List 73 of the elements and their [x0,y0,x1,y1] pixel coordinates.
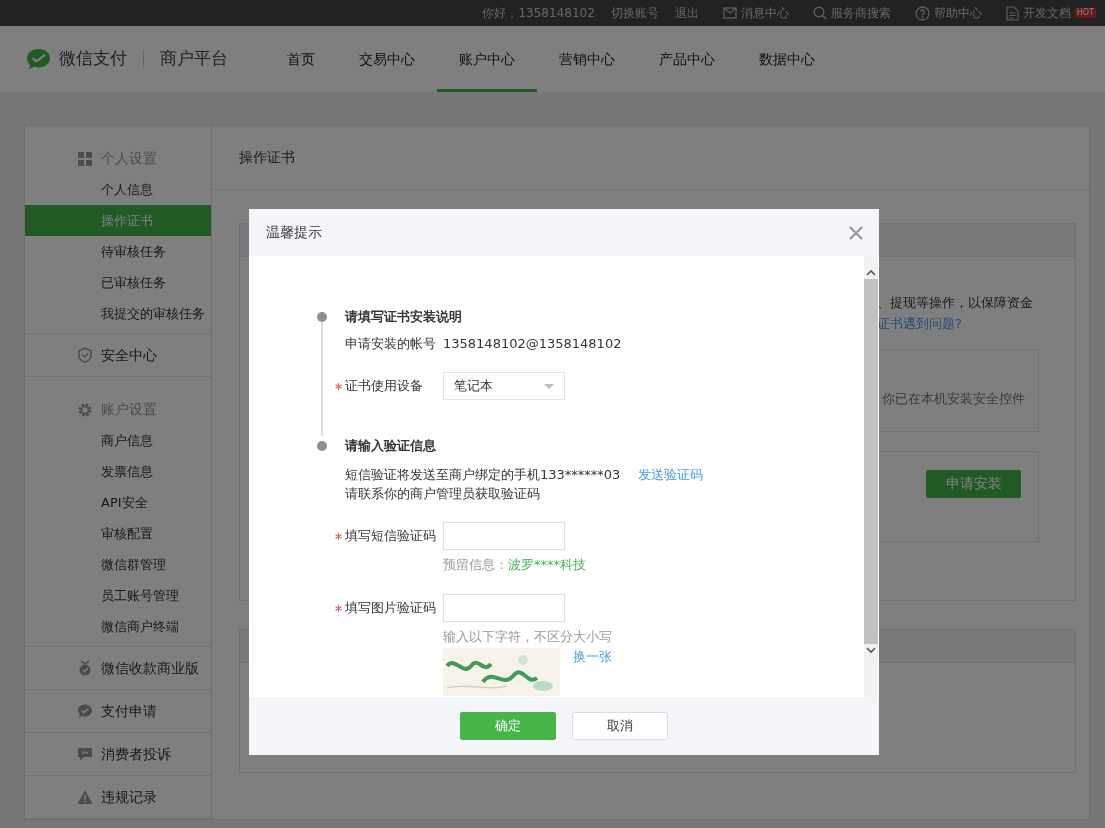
page-title: 操作证书 [239,148,295,167]
note-text: 短信验证将发送至商户绑定的手机133******03 [345,466,621,484]
sidebar-link[interactable]: 支付申请 [25,690,211,732]
confirm-button[interactable]: 确定 [460,712,556,740]
sidebar-link[interactable]: 违规记录 [25,776,211,818]
shield-check-icon [77,347,93,363]
nav-tab[interactable]: 账户中心 [437,26,537,92]
step-title: 请填写证书安装说明 [345,308,463,326]
mail-icon [722,7,737,19]
sidebar-item[interactable]: 员工账号管理 [25,580,211,611]
nav-tab[interactable]: 产品中心 [637,26,737,92]
chat-check-icon [77,703,93,719]
select-field[interactable]: 笔记本 [443,372,565,400]
top-link[interactable]: 切换账号 [610,4,659,22]
hint-text: 输入以下字符，不区分大小写 [443,629,612,644]
help-icon [914,5,930,21]
step-title: 请输入验证信息 [345,437,437,455]
warning-icon [77,789,93,805]
field-label: 填写图片验证码 [345,599,437,618]
close-icon[interactable] [849,225,863,240]
stopwatch-icon [77,660,93,676]
sidebar-item[interactable]: API安全 [25,487,211,518]
top-tool-link[interactable]: 帮助中心 [914,4,982,22]
status-text: 你已在本机安装安全控件 [882,390,1025,409]
logo-icon [26,48,51,70]
brand-name: 微信支付 [59,47,127,71]
nav-tab[interactable]: 数据中心 [737,26,837,92]
text-input[interactable] [443,594,565,622]
speech-bubble-icon [77,746,93,762]
sidebar-item[interactable]: 微信群管理 [25,549,211,580]
refresh-captcha-link[interactable]: 换一张 [573,648,612,666]
cancel-button[interactable]: 取消 [572,712,668,740]
greeting-text: 你好，1358148102 [482,5,595,22]
sidebar-item[interactable]: 微信商户终端 [25,611,211,642]
scroll-down-icon [866,647,876,654]
field-label: 申请安装的帐号 [345,335,437,353]
sidebar-item[interactable]: 审核配置 [25,518,211,549]
sidebar-item[interactable]: 我提交的审核任务 [25,298,211,329]
field-label: 证书使用设备 [345,377,424,396]
sidebar-item[interactable]: 个人信息 [25,174,211,205]
step-dot [317,441,327,451]
dialog-title: 温馨提示 [266,223,322,242]
send-code-link[interactable]: 发送验证码 [638,465,704,484]
sidebar-link[interactable]: 微信收款商业版 [25,647,211,689]
top-tool-link[interactable]: 服务商搜索 [812,4,891,22]
sidebar-link[interactable]: 安全中心 [25,334,211,376]
search-icon [812,6,827,20]
grid-icon [77,150,93,167]
nav-tab[interactable]: 交易中心 [337,26,437,92]
sidebar-item[interactable]: 商户信息 [25,425,211,456]
field-label: 填写短信验证码 [345,527,437,546]
product-name: 商户平台 [160,47,228,71]
top-tool-link[interactable]: 消息中心 [722,4,789,22]
note-text: 请联系你的商户管理员获取验证码 [345,485,540,503]
hot-badge: HOT [1074,8,1096,18]
nav-tab[interactable]: 首页 [265,26,337,92]
text-input[interactable] [443,522,565,550]
sidebar-link[interactable]: 消费者投诉 [25,733,211,775]
sidebar-item[interactable]: 已审核任务 [25,267,211,298]
notice-text: 、提现等操作，以保障资金 [877,295,1033,310]
scroll-up-icon [866,269,876,276]
scrollbar[interactable] [864,256,878,697]
document-icon [1005,5,1019,21]
sidebar-item[interactable]: 待审核任务 [25,236,211,267]
step-dot [317,312,327,322]
nav-tab[interactable]: 营销中心 [537,26,637,92]
caret-icon [544,383,554,389]
hint-text: 预留信息：波罗****科技 [443,557,586,572]
gear-icon [77,401,93,418]
top-link[interactable]: 退出 [674,4,699,22]
field-value: 1358148102@1358148102 [443,335,622,353]
sidebar-item[interactable]: 发票信息 [25,456,211,487]
top-tool-link[interactable]: 开发文档 HOT [1005,4,1096,22]
